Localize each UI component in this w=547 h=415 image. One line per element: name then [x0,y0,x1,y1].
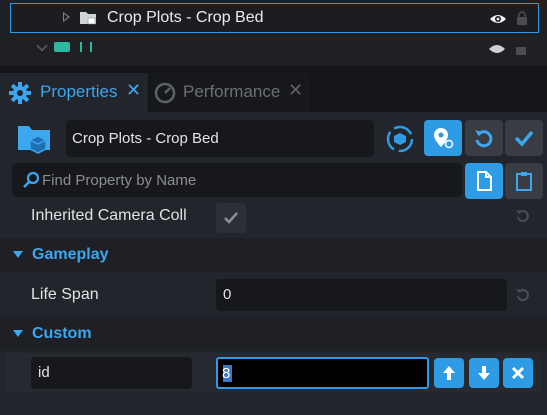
hierarchy-row[interactable] [0,36,547,66]
gear-icon [9,82,31,104]
folder-icon [18,126,50,154]
expand-arrow-icon[interactable] [36,40,48,52]
tab-label: Performance [183,82,281,101]
arrow-down-icon [478,366,490,380]
arrow-up-icon [443,366,455,380]
close-icon[interactable]: ✕ [288,80,303,101]
copy-icon [477,171,492,191]
property-label-life-span: Life Span [31,286,99,303]
collapse-caret-icon [13,330,23,337]
eye-icon[interactable] [488,43,506,55]
expand-arrow-icon[interactable] [63,12,70,22]
tab-properties[interactable]: Properties ✕ [0,73,148,112]
move-up-button[interactable] [434,358,464,388]
custom-property-value-input[interactable] [222,359,422,387]
life-span-field[interactable]: 0 [216,279,507,311]
object-name-field[interactable]: Crop Plots - Crop Bed [66,120,374,157]
hierarchy-panel: Crop Plots - Crop Bed [0,0,547,66]
section-title: Gameplay [32,246,109,263]
confirm-button[interactable] [505,120,543,156]
lock-icon[interactable] [515,41,527,55]
custom-property-name[interactable]: id [31,357,192,389]
pivot-icon[interactable] [382,121,418,157]
section-custom[interactable]: Custom [0,317,547,351]
collapse-caret-icon [13,251,23,258]
search-icon [23,171,40,188]
tab-performance[interactable]: Performance ✕ [150,73,310,112]
reset-property-icon[interactable] [515,208,531,224]
eye-icon[interactable] [489,13,507,25]
reset-icon [475,130,493,148]
lock-icon[interactable] [516,11,528,25]
section-gameplay[interactable]: Gameplay [0,238,547,272]
property-label-inherited-camera: Inherited Camera Coll [31,207,187,224]
inherited-camera-checkbox[interactable] [216,203,246,233]
move-down-button[interactable] [469,358,499,388]
object-name-row: Crop Plots - Crop Bed [0,112,547,162]
hierarchy-row-selected[interactable]: Crop Plots - Crop Bed [10,3,539,33]
hierarchy-item-label: Crop Plots - Crop Bed [107,9,264,26]
tab-label: Properties [40,82,118,101]
group-icon [80,42,92,52]
map-pin-icon [434,128,454,149]
delete-property-button[interactable] [503,358,533,388]
reset-button[interactable] [465,120,503,156]
checkmark-icon [514,130,534,147]
close-icon[interactable]: ✕ [126,80,141,101]
copy-button[interactable] [465,163,503,199]
tab-bar: Properties ✕ Performance ✕ [0,66,547,112]
search-input[interactable] [42,163,452,197]
custom-property-value-field[interactable] [216,357,429,389]
close-icon [511,366,525,380]
section-title: Custom [32,325,92,342]
clipboard-icon [516,172,532,191]
checkmark-icon [224,212,238,224]
property-search[interactable] [12,163,462,197]
folder-icon [54,42,70,52]
reset-property-icon[interactable] [515,287,531,303]
folder-icon [80,12,96,25]
speedometer-icon [154,82,176,104]
place-button[interactable] [424,120,462,156]
paste-button[interactable] [505,163,543,199]
